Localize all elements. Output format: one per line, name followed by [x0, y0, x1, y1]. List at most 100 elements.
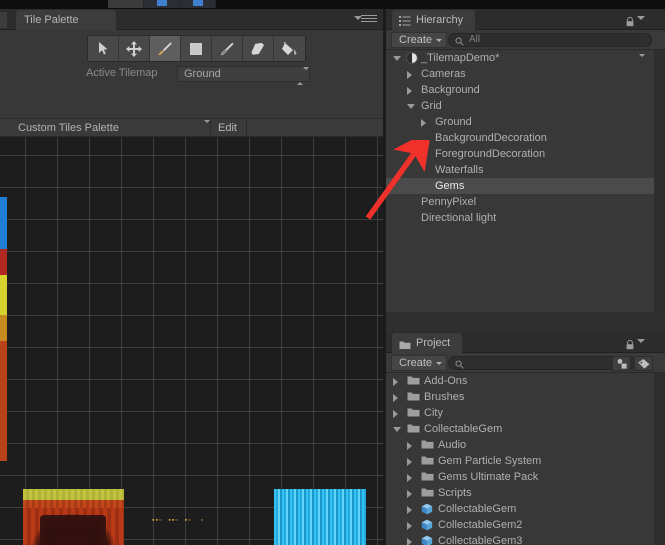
pebble-tiles-row-1[interactable]: ▪▪▫ ▪▪▫ ▪▫ ▫ — [152, 517, 204, 524]
filter-by-label-icon[interactable] — [634, 356, 653, 371]
folder-icon — [407, 423, 420, 434]
project-create-button[interactable]: Create — [391, 355, 448, 371]
twisty-closed-icon[interactable] — [407, 458, 412, 466]
twisty-closed-icon[interactable] — [407, 71, 412, 79]
tree-row[interactable]: City — [386, 405, 665, 421]
grid-line-vertical — [345, 137, 346, 545]
twisty-closed-icon[interactable] — [393, 378, 398, 386]
grid-line-vertical — [25, 137, 26, 545]
tree-row[interactable]: CollectableGem2 — [386, 517, 665, 533]
tree-row[interactable]: BackgroundDecoration — [386, 130, 665, 146]
twisty-closed-icon[interactable] — [393, 410, 398, 418]
hierarchy-create-button[interactable]: Create — [391, 32, 448, 48]
brush-tool[interactable] — [150, 36, 181, 61]
tile-palette-toolbar — [0, 35, 383, 62]
pause-button[interactable] — [144, 0, 180, 8]
tree-row[interactable]: Waterfalls — [386, 162, 665, 178]
play-button[interactable] — [108, 0, 144, 8]
tree-row[interactable]: Gem Particle System — [386, 453, 665, 469]
tab-tile-palette[interactable]: Tile Palette — [16, 10, 116, 30]
lock-icon[interactable] — [625, 337, 635, 350]
panel-menu-icon[interactable] — [354, 15, 377, 24]
tree-row[interactable]: Directional light — [386, 210, 665, 226]
grid-line-vertical — [153, 137, 154, 545]
tree-row[interactable]: Brushes — [386, 389, 665, 405]
twisty-closed-icon[interactable] — [407, 522, 412, 530]
tab-hierarchy[interactable]: Hierarchy — [392, 10, 476, 30]
twisty-closed-icon[interactable] — [407, 490, 412, 498]
tree-row[interactable]: Gems Ultimate Pack — [386, 469, 665, 485]
tab-project[interactable]: Project — [392, 333, 463, 353]
tree-row-label: Gem Particle System — [438, 455, 542, 467]
hierarchy-menu-icon[interactable] — [637, 15, 660, 24]
grid-line-horizontal — [0, 155, 383, 156]
grid-line-vertical — [377, 137, 378, 545]
tree-row[interactable]: Scripts — [386, 485, 665, 501]
tile-palette-tabbar: Tile Palette — [0, 9, 383, 30]
fill-tool[interactable] — [274, 36, 305, 61]
twisty-closed-icon[interactable] — [407, 442, 412, 450]
project-menu-icon[interactable] — [637, 338, 660, 347]
palette-strip-segment — [0, 315, 7, 341]
move-tool[interactable] — [119, 36, 150, 61]
tree-row[interactable]: CollectableGem — [386, 501, 665, 517]
twisty-closed-icon[interactable] — [407, 87, 412, 95]
box-fill-tool[interactable] — [181, 36, 212, 61]
twisty-open-icon[interactable] — [393, 427, 401, 432]
select-tool[interactable] — [88, 36, 119, 61]
project-panel: Project Create Add-Ons Brushes City Coll… — [386, 332, 665, 545]
hierarchy-icon — [399, 14, 411, 26]
filter-by-type-icon[interactable] — [612, 356, 631, 371]
palette-canvas[interactable]: ▪▪▫ ▪▪▫ ▪▫ ▫ ▫ ▫ ▪▫ ▫▪ ▪▪▫ ▪▪▫ ▪▫ ▪▪ ▫ ▫ — [0, 137, 383, 545]
tree-row-label: Background — [421, 84, 480, 96]
palette-name[interactable]: Custom Tiles Palette — [18, 122, 119, 134]
tree-row-label: Cameras — [421, 68, 466, 80]
tree-row-label: Ground — [435, 116, 472, 128]
search-icon — [455, 360, 464, 369]
twisty-closed-icon[interactable] — [407, 538, 412, 545]
folder-icon — [407, 375, 420, 386]
tree-row-selected[interactable]: Gems — [386, 178, 665, 194]
waterfall-tile-sprite[interactable] — [274, 489, 366, 545]
twisty-closed-icon[interactable] — [407, 506, 412, 514]
tree-row[interactable]: CollectableGem — [386, 421, 665, 437]
edit-palette-button[interactable]: Edit — [218, 122, 237, 134]
grid-line-vertical — [89, 137, 90, 545]
hierarchy-search-input[interactable]: All — [448, 33, 652, 47]
twisty-open-icon[interactable] — [393, 56, 401, 61]
tree-row[interactable]: Add-Ons — [386, 373, 665, 389]
tree-row[interactable]: Audio — [386, 437, 665, 453]
lock-icon[interactable] — [625, 14, 635, 27]
active-tilemap-dropdown[interactable]: Ground — [177, 66, 310, 85]
twisty-closed-icon[interactable] — [407, 474, 412, 482]
tree-row[interactable]: CollectableGem3 — [386, 533, 665, 545]
tree-row[interactable]: PennyPixel — [386, 194, 665, 210]
play-controls[interactable] — [108, 0, 216, 8]
prefab-icon — [421, 519, 433, 531]
step-button[interactable] — [180, 0, 216, 8]
eraser-tool[interactable] — [243, 36, 274, 61]
hierarchy-scrollbar[interactable] — [654, 50, 665, 332]
twisty-open-icon[interactable] — [407, 104, 415, 109]
lava-tile-sprite[interactable] — [23, 489, 124, 545]
tree-row[interactable]: Background — [386, 82, 665, 98]
hierarchy-panel[interactable]: _TilemapDemo* Cameras Background Grid Ground… — [386, 50, 665, 332]
tab-edge — [0, 12, 7, 28]
project-search-input[interactable] — [448, 356, 636, 370]
tree-row[interactable]: Grid — [386, 98, 665, 114]
hierarchy-search-placeholder: All — [469, 34, 481, 45]
tree-row[interactable]: Ground — [386, 114, 665, 130]
picker-tool[interactable] — [212, 36, 243, 61]
grid-line-horizontal — [0, 187, 383, 188]
grid-line-vertical — [121, 137, 122, 545]
tree-row[interactable]: _TilemapDemo* — [386, 50, 665, 66]
twisty-closed-icon[interactable] — [421, 119, 426, 127]
twisty-closed-icon[interactable] — [393, 394, 398, 402]
tree-row[interactable]: ForegroundDecoration — [386, 146, 665, 162]
grid-line-horizontal — [0, 443, 383, 444]
project-scrollbar[interactable] — [654, 373, 665, 545]
unity-editor-window: Tile Palette Active Tilemap Ground Custo… — [0, 0, 665, 545]
folder-icon — [421, 487, 434, 498]
tree-row[interactable]: Cameras — [386, 66, 665, 82]
panel-horizontal-divider[interactable] — [386, 312, 665, 332]
